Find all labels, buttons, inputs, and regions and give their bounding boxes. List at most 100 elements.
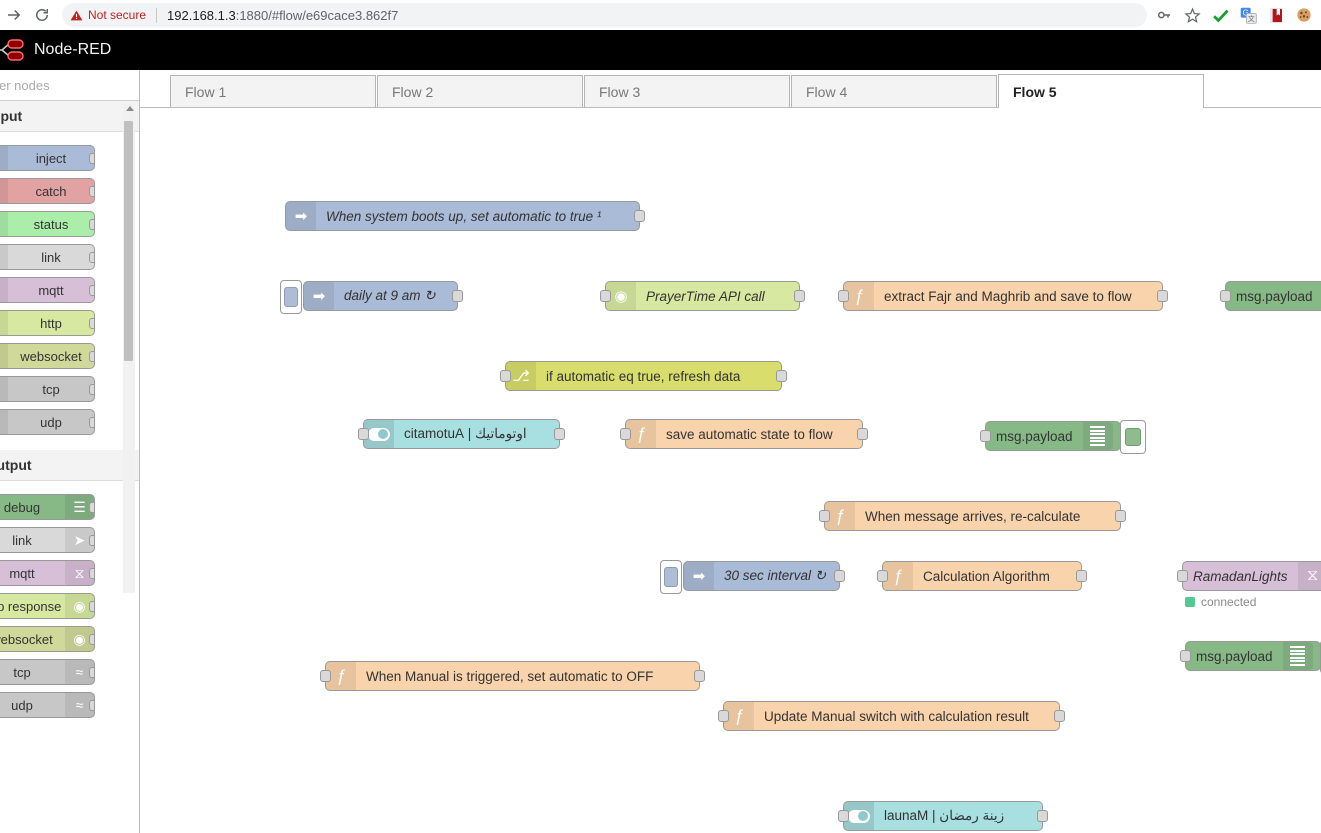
node-port-in[interactable] bbox=[358, 428, 369, 440]
node-port-out[interactable] bbox=[834, 570, 845, 582]
flow-node-function[interactable]: ƒ When message arrives, re-calculate bbox=[819, 501, 1126, 531]
password-key-icon[interactable] bbox=[1155, 6, 1173, 24]
node-port-in[interactable] bbox=[620, 428, 631, 440]
green-check-extension-icon[interactable] bbox=[1211, 6, 1229, 24]
palette-node-port bbox=[89, 535, 94, 546]
palette-node-input-http[interactable]: ◉ http bbox=[0, 310, 95, 336]
reload-button[interactable] bbox=[28, 1, 56, 29]
node-port-out[interactable] bbox=[1157, 290, 1168, 302]
cookie-extension-icon[interactable] bbox=[1295, 6, 1313, 24]
palette-node-input-link[interactable]: ➤ link bbox=[0, 244, 95, 270]
url-text: 192.168.1.3:1880/#flow/e69cace3.862f7 bbox=[167, 8, 398, 23]
node-port-out[interactable] bbox=[1054, 710, 1065, 722]
google-translate-extension-icon[interactable]: G文 bbox=[1239, 6, 1257, 24]
palette-node-label: mqtt bbox=[38, 282, 64, 298]
node-port-out[interactable] bbox=[1115, 510, 1126, 522]
palette-scrollbar[interactable] bbox=[123, 103, 135, 593]
flow-canvas[interactable]: ➡ When system boots up, set automatic to … bbox=[140, 108, 1321, 833]
address-bar[interactable]: Not secure 192.168.1.3:1880/#flow/e69cac… bbox=[62, 3, 1147, 27]
palette-node-input-catch[interactable]: ! catch bbox=[0, 178, 95, 204]
forward-button[interactable] bbox=[0, 1, 28, 29]
palette-node-label: tcp bbox=[42, 381, 60, 397]
node-port-in[interactable] bbox=[877, 570, 888, 582]
palette-node-input-mqtt[interactable]: ⧖ mqtt bbox=[0, 277, 95, 303]
node-port-out[interactable] bbox=[1076, 570, 1087, 582]
tab-flow-2[interactable]: Flow 2 bbox=[377, 75, 583, 107]
node-port-in[interactable] bbox=[1177, 570, 1188, 582]
node-port-in[interactable] bbox=[718, 710, 729, 722]
node-port-out[interactable] bbox=[634, 210, 645, 222]
node-port-out[interactable] bbox=[794, 290, 805, 302]
palette-node-input-udp[interactable]: ≈ udp bbox=[0, 409, 95, 435]
red-book-extension-icon[interactable] bbox=[1267, 6, 1285, 24]
palette-node-output-websocket[interactable]: ◉websocket bbox=[0, 626, 95, 652]
flow-node-debug[interactable]: msg.payload bbox=[1220, 281, 1321, 311]
debug-toggle-button[interactable] bbox=[1120, 420, 1146, 454]
palette-search-placeholder: filter nodes bbox=[0, 77, 50, 93]
node-port-out[interactable] bbox=[857, 428, 868, 440]
bookmark-star-icon[interactable] bbox=[1183, 6, 1201, 24]
node-red-logo bbox=[0, 37, 26, 63]
flow-node-mqtt[interactable]: ⧖ RamadanLights connected bbox=[1177, 561, 1321, 609]
not-secure-indicator[interactable]: Not secure bbox=[70, 8, 146, 22]
tab-flow-5[interactable]: Flow 5 bbox=[998, 74, 1204, 108]
tab-flow-4[interactable]: Flow 4 bbox=[791, 75, 997, 107]
palette-node-input-inject[interactable]: ➡ inject bbox=[0, 145, 95, 171]
node-port-in[interactable] bbox=[500, 370, 511, 382]
node-port-in[interactable] bbox=[1180, 650, 1191, 662]
flow-node-function[interactable]: ƒ When Manual is triggered, set automatic… bbox=[320, 661, 705, 691]
palette-node-output-mqtt[interactable]: ⧖ mqtt bbox=[0, 560, 95, 586]
scrollbar-thumb[interactable] bbox=[124, 121, 133, 361]
node-port-out[interactable] bbox=[452, 290, 463, 302]
palette-node-label: debug bbox=[3, 499, 41, 515]
palette-category-output[interactable]: output bbox=[0, 450, 139, 481]
flow-node-label: زينة رمضان | Manual bbox=[884, 808, 1005, 823]
palette-node-input-websocket[interactable]: ◉ websocket bbox=[0, 343, 95, 369]
palette-node-output-http-response[interactable]: ◉http response bbox=[0, 593, 95, 619]
flow-node-function[interactable]: ƒ extract Fajr and Maghrib and save to fl… bbox=[838, 281, 1168, 311]
flow-node-ui-switch[interactable]: اوتوماتيك | Automatic bbox=[358, 419, 565, 449]
inject-button-glyph bbox=[664, 567, 678, 587]
palette-search[interactable]: filter nodes bbox=[0, 70, 139, 101]
node-port-out[interactable] bbox=[776, 370, 787, 382]
node-port-in[interactable] bbox=[838, 290, 849, 302]
palette-node-output-link[interactable]: ➤ link bbox=[0, 527, 95, 553]
flow-node-function[interactable]: ƒ Update Manual switch with calculation r… bbox=[718, 701, 1065, 731]
palette-category-input[interactable]: input bbox=[0, 101, 139, 132]
flow-node-inject[interactable]: ➡ 30 sec interval ↻ bbox=[660, 560, 845, 594]
inject-trigger-button[interactable] bbox=[660, 560, 682, 594]
node-port-in[interactable] bbox=[819, 510, 830, 522]
tab-flow-3[interactable]: Flow 3 bbox=[584, 75, 790, 107]
node-port-in[interactable] bbox=[838, 810, 849, 822]
flow-node-http[interactable]: ◉ PrayerTime API call bbox=[600, 281, 805, 311]
flow-node-ui-switch[interactable]: زينة رمضان | Manual bbox=[838, 801, 1048, 831]
node-port-in[interactable] bbox=[600, 290, 611, 302]
flow-node-debug[interactable]: msg.payload bbox=[980, 420, 1146, 454]
flow-node-debug[interactable]: msg.payload bbox=[1180, 640, 1321, 674]
node-port-out[interactable] bbox=[1037, 810, 1048, 822]
inject-trigger-button[interactable] bbox=[280, 280, 302, 314]
palette-node-output-udp[interactable]: ≈ udp bbox=[0, 692, 95, 718]
palette-node-output-debug[interactable]: ☰ debug bbox=[0, 494, 95, 520]
node-port-out[interactable] bbox=[694, 670, 705, 682]
scroll-up-arrow-icon[interactable] bbox=[126, 106, 134, 111]
node-port-in[interactable] bbox=[1220, 290, 1231, 302]
flow-node-label: msg.payload bbox=[996, 428, 1073, 444]
flow-node-switch[interactable]: ⎇ if automatic eq true, refresh data bbox=[500, 361, 787, 391]
palette-node-output-tcp[interactable]: ≈ tcp bbox=[0, 659, 95, 685]
flow-node-label: When Manual is triggered, set automatic … bbox=[366, 668, 654, 684]
tab-flow-1[interactable]: Flow 1 bbox=[170, 75, 376, 107]
flow-node-function[interactable]: ƒ save automatic state to flow bbox=[620, 419, 868, 449]
flow-node-inject[interactable]: ➡ daily at 9 am ↻ bbox=[280, 280, 463, 314]
flow-node-label: msg.payload bbox=[1236, 288, 1313, 304]
flow-node-function[interactable]: ƒ Calculation Algorithm bbox=[877, 561, 1087, 591]
palette-node-port bbox=[89, 186, 94, 197]
node-port-in[interactable] bbox=[980, 430, 991, 442]
palette-node-input-tcp[interactable]: ≈ tcp bbox=[0, 376, 95, 402]
palette-node-input-status[interactable]: ! status bbox=[0, 211, 95, 237]
flow-node-label: save automatic state to flow bbox=[666, 426, 833, 442]
node-port-out[interactable] bbox=[554, 428, 565, 440]
flow-node-inject[interactable]: ➡ When system boots up, set automatic to … bbox=[285, 201, 645, 231]
palette-node-port bbox=[89, 384, 94, 395]
node-port-in[interactable] bbox=[320, 670, 331, 682]
